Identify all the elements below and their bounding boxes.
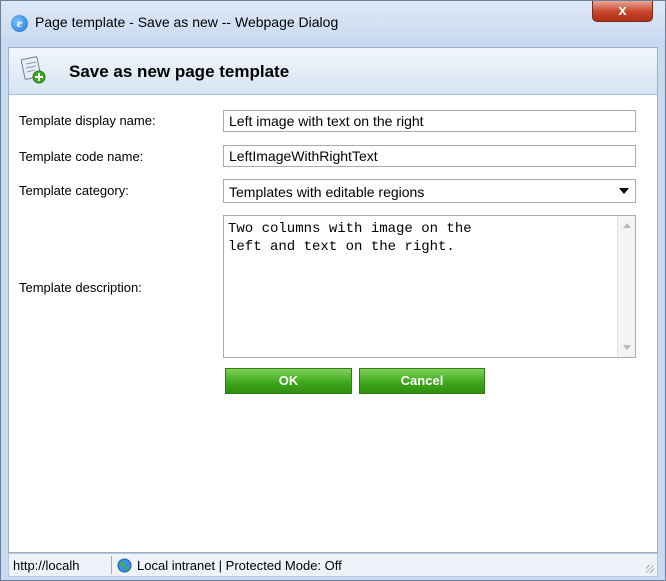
ie-logo-icon: e [11,15,28,32]
display-name-input[interactable]: Left image with text on the right [223,110,636,132]
status-url: http://localh [13,558,80,573]
status-zone: Local intranet | Protected Mode: Off [137,558,342,573]
status-bar: http://localh Local intranet | Protected… [8,553,658,577]
chevron-down-icon[interactable] [619,188,629,194]
display-name-label: Template display name: [19,113,156,128]
dialog-content: Save as new page template Template displ… [8,47,658,553]
scroll-up-icon[interactable] [623,223,631,228]
category-select[interactable]: Templates with editable regions [223,179,636,203]
resize-grip-icon[interactable] [646,565,654,573]
scroll-down-icon[interactable] [623,345,631,350]
description-text: Two columns with image on the left and t… [228,221,472,255]
code-name-label: Template code name: [19,149,144,164]
code-name-input[interactable]: LeftImageWithRightText [223,145,636,167]
cancel-button[interactable]: Cancel [359,368,485,394]
window-title: Page template - Save as new -- Webpage D… [35,14,339,30]
dialog-header: Save as new page template [9,48,657,95]
category-selected-value: Templates with editable regions [229,184,425,200]
category-label: Template category: [19,183,129,198]
document-add-icon [20,56,46,84]
ok-button[interactable]: OK [225,368,352,394]
description-label: Template description: [19,280,142,295]
status-divider [111,556,112,574]
description-textarea[interactable]: Two columns with image on the left and t… [223,215,636,358]
title-bar: e Page template - Save as new -- Webpage… [1,1,665,47]
page-title: Save as new page template [69,62,290,81]
dialog-window: e Page template - Save as new -- Webpage… [0,0,666,581]
globe-icon [117,558,132,573]
textarea-scrollbar[interactable] [617,216,635,357]
close-button[interactable]: x [592,1,653,22]
